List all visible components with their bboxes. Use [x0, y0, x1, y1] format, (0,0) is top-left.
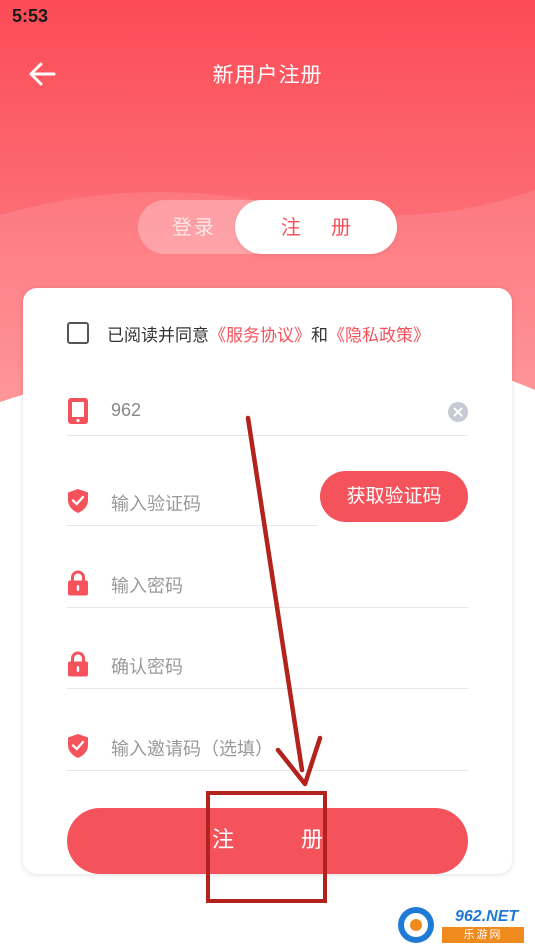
- site-watermark: 962.NET 乐游网: [396, 904, 530, 946]
- phone-field[interactable]: 962: [67, 392, 468, 436]
- invite-code-field[interactable]: 输入邀请码（选填）: [67, 727, 468, 771]
- password-field[interactable]: 输入密码: [67, 564, 468, 608]
- register-button[interactable]: 注 册: [67, 808, 468, 874]
- verification-code-placeholder[interactable]: 输入验证码: [111, 490, 201, 516]
- page-title: 新用户注册: [212, 63, 323, 87]
- get-code-button[interactable]: 获取验证码: [320, 471, 468, 522]
- verification-code-field[interactable]: 输入验证码: [67, 482, 317, 526]
- agreement-checkbox[interactable]: [67, 322, 89, 344]
- code-underline: [67, 525, 317, 526]
- tab-switch: 登录 注 册: [138, 200, 397, 254]
- invite-underline: [67, 770, 468, 771]
- service-agreement-link[interactable]: 《服务协议》: [209, 321, 311, 346]
- watermark-site: 962.NET: [455, 908, 519, 925]
- invite-code-placeholder[interactable]: 输入邀请码（选填）: [111, 735, 273, 761]
- privacy-policy-link[interactable]: 《隐私政策》: [328, 321, 430, 346]
- shield-icon: [68, 734, 88, 758]
- shield-icon: [68, 489, 88, 513]
- agreement-and: 和: [311, 325, 328, 346]
- confirm-password-placeholder[interactable]: 确认密码: [111, 653, 183, 679]
- phone-value[interactable]: 962: [111, 400, 141, 421]
- status-time: 5:53: [12, 6, 49, 26]
- confirm-underline: [67, 688, 468, 689]
- password-placeholder[interactable]: 输入密码: [111, 572, 183, 598]
- password-underline: [67, 607, 468, 608]
- tab-register[interactable]: 注 册: [235, 200, 397, 254]
- watermark-sub: 乐游网: [442, 927, 524, 943]
- agreement-prefix: 已阅读并同意: [107, 325, 209, 346]
- lock-icon: [68, 651, 88, 677]
- agreement-row: 已阅读并同意 《服务协议》 和 《隐私政策》: [67, 318, 430, 348]
- clear-icon[interactable]: [448, 402, 468, 422]
- phone-icon: [68, 398, 88, 424]
- confirm-password-field[interactable]: 确认密码: [67, 645, 468, 689]
- lock-icon: [68, 570, 88, 596]
- phone-underline: [67, 435, 468, 436]
- tab-login[interactable]: 登录: [138, 200, 250, 254]
